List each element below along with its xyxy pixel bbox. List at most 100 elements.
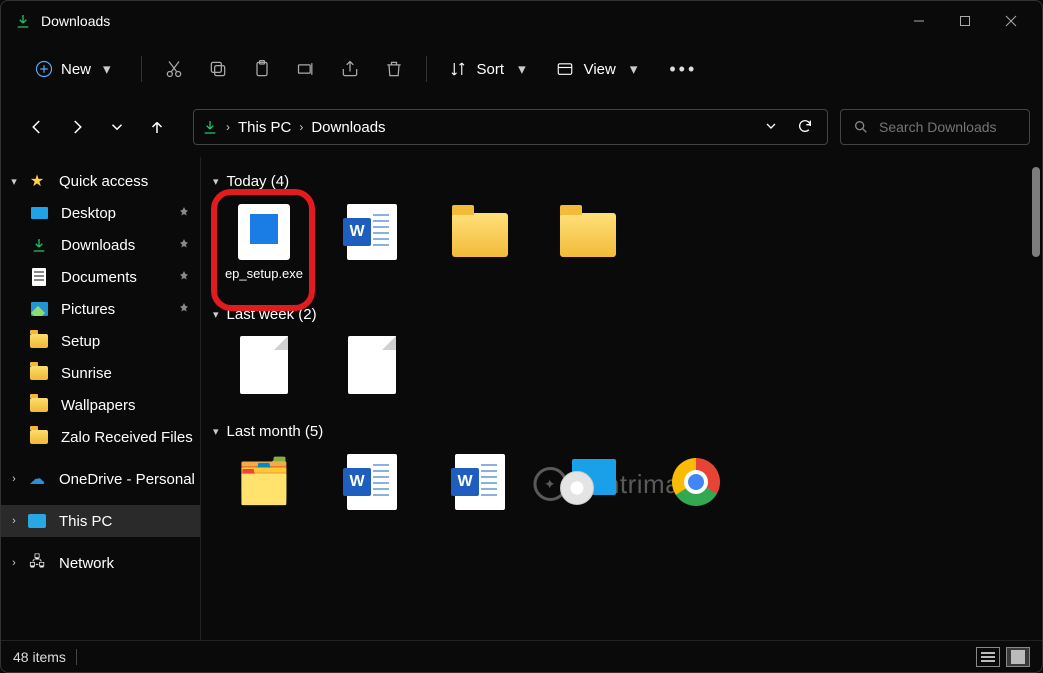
group-header-last-month[interactable]: ▾ Last month (5) [209, 417, 1034, 446]
sidebar-item-network[interactable]: › 🖧 Network [1, 547, 200, 579]
sidebar-item-sunrise[interactable]: Sunrise [1, 357, 200, 389]
pin-icon [178, 301, 190, 318]
status-divider [76, 649, 77, 665]
file-item[interactable] [331, 337, 413, 399]
cut-button[interactable] [152, 49, 196, 89]
sidebar-item-label: Setup [61, 333, 100, 350]
icons-view-toggle[interactable] [1006, 647, 1030, 667]
copy-button[interactable] [196, 49, 240, 89]
minimize-button[interactable] [896, 1, 942, 41]
sidebar-item-this-pc[interactable]: › This PC [1, 505, 200, 537]
window-title: Downloads [41, 13, 110, 29]
chevron-down-icon: ▾ [103, 60, 111, 78]
statusbar: 48 items [1, 640, 1042, 672]
sidebar-item-quick-access[interactable]: ▾ ★ Quick access [1, 165, 200, 197]
up-button[interactable] [139, 109, 175, 145]
setup-icon: 🗂️ [236, 454, 292, 510]
address-dropdown[interactable] [763, 118, 779, 137]
sidebar-item-label: Quick access [59, 173, 148, 190]
address-bar[interactable]: › This PC › Downloads [193, 109, 828, 145]
file-item[interactable] [547, 204, 629, 282]
sidebar-item-onedrive[interactable]: › ☁ OneDrive - Personal [1, 463, 200, 495]
file-item[interactable] [439, 204, 521, 282]
rename-button[interactable] [284, 49, 328, 89]
file-item[interactable] [547, 454, 629, 516]
new-button[interactable]: New ▾ [23, 54, 123, 84]
crumb-downloads[interactable]: Downloads [303, 119, 393, 136]
group-label: Today (4) [227, 173, 290, 190]
refresh-button[interactable] [797, 118, 813, 137]
file-item[interactable] [439, 454, 521, 516]
star-icon: ★ [27, 171, 47, 191]
file-item[interactable] [655, 454, 737, 516]
details-view-toggle[interactable] [976, 647, 1000, 667]
group-header-today[interactable]: ▾ Today (4) [209, 167, 1034, 196]
file-icon [236, 337, 292, 393]
cloud-icon: ☁ [27, 469, 47, 489]
paste-button[interactable] [240, 49, 284, 89]
view-label: View [584, 61, 616, 78]
file-item[interactable]: 🗂️ [223, 454, 305, 516]
file-name: ep_setup.exe [225, 266, 303, 282]
delete-button[interactable] [372, 49, 416, 89]
chevron-down-icon: ▾ [7, 175, 21, 188]
files-row-last-month: 🗂️ [209, 446, 1034, 534]
picture-icon [29, 299, 49, 319]
toolbar: New ▾ Sort ▾ View ▾ ••• [1, 41, 1042, 97]
sidebar-item-label: Sunrise [61, 365, 112, 382]
maximize-button[interactable] [942, 1, 988, 41]
pin-icon [178, 205, 190, 222]
file-item[interactable] [331, 204, 413, 282]
toolbar-divider [141, 56, 142, 82]
scrollbar[interactable] [1032, 167, 1040, 630]
search-input[interactable] [879, 119, 1017, 135]
file-item[interactable]: ep_setup.exe [223, 204, 305, 282]
forward-button[interactable] [59, 109, 95, 145]
sidebar-item-label: Wallpapers [61, 397, 135, 414]
share-button[interactable] [328, 49, 372, 89]
sidebar: ▾ ★ Quick access Desktop Downloads Docum… [1, 157, 201, 640]
toolbar-divider [426, 56, 427, 82]
chrome-icon [668, 454, 724, 510]
file-item[interactable] [223, 337, 305, 399]
group-header-last-week[interactable]: ▾ Last week (2) [209, 300, 1034, 329]
pin-icon [178, 269, 190, 286]
sidebar-item-setup[interactable]: Setup [1, 325, 200, 357]
document-icon [29, 267, 49, 287]
new-label: New [61, 61, 91, 78]
scrollbar-thumb[interactable] [1032, 167, 1040, 257]
back-button[interactable] [19, 109, 55, 145]
chevron-down-icon: ▾ [213, 425, 219, 438]
network-icon: 🖧 [27, 553, 47, 573]
folder-icon [560, 204, 616, 260]
status-item-count: 48 items [13, 649, 66, 665]
sidebar-item-pictures[interactable]: Pictures [1, 293, 200, 325]
files-row-last-week [209, 329, 1034, 417]
close-button[interactable] [988, 1, 1034, 41]
view-button[interactable]: View ▾ [544, 54, 650, 84]
sidebar-item-desktop[interactable]: Desktop [1, 197, 200, 229]
folder-icon [29, 363, 49, 383]
sidebar-item-label: Desktop [61, 205, 116, 222]
status-right [976, 647, 1030, 667]
sidebar-item-label: OneDrive - Personal [59, 471, 195, 488]
chevron-right-icon: › [7, 473, 21, 485]
sort-button[interactable]: Sort ▾ [437, 54, 538, 84]
folder-icon [29, 427, 49, 447]
titlebar: Downloads [1, 1, 1042, 41]
sidebar-item-wallpapers[interactable]: Wallpapers [1, 389, 200, 421]
sidebar-item-label: Downloads [61, 237, 135, 254]
installer-icon [236, 204, 292, 260]
pin-icon [178, 237, 190, 254]
file-item[interactable] [331, 454, 413, 516]
word-icon [452, 454, 508, 510]
recent-dropdown[interactable] [99, 109, 135, 145]
word-icon [344, 204, 400, 260]
crumb-this-pc[interactable]: This PC [230, 119, 299, 136]
sidebar-item-downloads[interactable]: Downloads [1, 229, 200, 261]
sidebar-item-documents[interactable]: Documents [1, 261, 200, 293]
content-pane[interactable]: ▾ Today (4) ep_setup.exe [201, 157, 1042, 640]
sidebar-item-zalo[interactable]: Zalo Received Files [1, 421, 200, 453]
more-button[interactable]: ••• [655, 59, 711, 80]
search-box[interactable] [840, 109, 1030, 145]
